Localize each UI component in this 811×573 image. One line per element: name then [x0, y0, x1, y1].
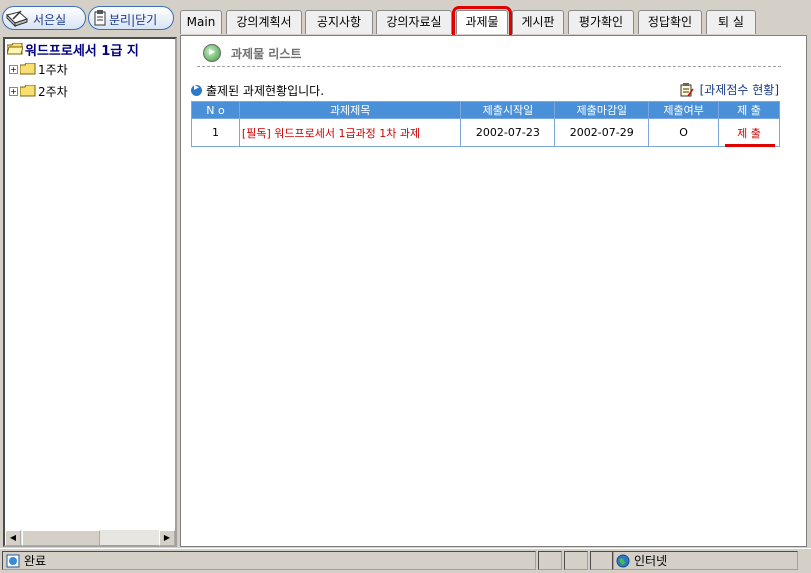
tab-syllabus[interactable]: 강의계획서: [226, 10, 302, 34]
status-text: 완료: [24, 554, 47, 568]
page-icon: [6, 554, 20, 567]
notebook-pen-icon: [6, 10, 28, 28]
tab-materials[interactable]: 강의자료실: [376, 10, 452, 34]
tab-evaluation[interactable]: 평가확인: [568, 10, 634, 34]
zone-segment: 인터넷: [612, 551, 798, 570]
green-arrow-circle-icon: [203, 44, 221, 62]
row-start-date: 2002-07-23: [460, 118, 556, 147]
tab-assignments[interactable]: 과제물: [452, 6, 512, 38]
tree-root-label: 워드프로세서 1급 지: [25, 43, 139, 59]
info-bullet-icon: [191, 82, 202, 96]
scroll-thumb[interactable]: [22, 530, 100, 546]
separate-button[interactable]: 분리: [109, 13, 131, 27]
tab-exit[interactable]: 퇴 실: [706, 10, 756, 34]
row-no: 1: [191, 118, 240, 147]
submit-button[interactable]: 제 출: [718, 118, 780, 147]
col-no: N o: [191, 101, 240, 119]
table-row: 1 [필독] 워드프로세서 1급과정 1차 과제 2002-07-23 2002…: [191, 118, 780, 147]
col-action: 제 출: [718, 101, 780, 119]
tab-bar: Main 강의계획서 공지사항 강의자료실 과제물 게시판 평가확인 정답확인 …: [180, 0, 811, 38]
row-title-link[interactable]: [필독] 워드프로세서 1급과정 1차 과제: [238, 118, 462, 147]
tree-item-week2[interactable]: + 2주차: [9, 82, 68, 100]
score-link-label: [과제점수 현황]: [699, 83, 779, 97]
scroll-left-arrow-icon[interactable]: ◀: [5, 530, 21, 546]
col-title: 과제제목: [238, 101, 462, 119]
submit-highlight: [725, 144, 775, 147]
col-end: 제출마감일: [554, 101, 650, 119]
section-title: 과제물 리스트: [231, 46, 302, 61]
status-segment-empty: [590, 551, 614, 570]
status-segment-empty: [564, 551, 588, 570]
tab-main[interactable]: Main: [180, 10, 222, 34]
clipboard-icon: [94, 10, 106, 26]
divider: [197, 66, 781, 67]
status-message: 출제된 과제현황입니다.: [191, 82, 324, 99]
app-window: 서은실 분리|닫기 Main 강의계획서 공지사항 강의자료실 과제물 게시판 …: [0, 0, 811, 573]
score-status-link[interactable]: [과제점수 현황]: [680, 81, 779, 98]
status-text: 출제된 과제현황입니다.: [206, 84, 325, 98]
col-start: 제출시작일: [460, 101, 556, 119]
row-submitted: O: [648, 118, 720, 147]
folder-icon: [20, 85, 36, 97]
status-bar: 완료 인터넷: [0, 548, 811, 573]
folder-icon: [20, 63, 36, 75]
tree-item-week1[interactable]: + 1주차: [9, 60, 68, 78]
tree-root[interactable]: 워드프로세서 1급 지: [7, 40, 139, 59]
scroll-right-arrow-icon[interactable]: ▶: [159, 530, 175, 546]
tree-item-label: 2주차: [38, 84, 68, 99]
zone-label: 인터넷: [634, 554, 668, 568]
tab-notice[interactable]: 공지사항: [305, 10, 373, 34]
tree-horizontal-scrollbar[interactable]: ◀ ▶: [5, 529, 175, 546]
tab-answers[interactable]: 정답확인: [638, 10, 702, 34]
left-toolbar: 서은실 분리|닫기: [0, 0, 178, 36]
main-content: 과제물 리스트 출제된 과제현황입니다. [과제점수 현황] N o 과제제목: [180, 35, 807, 547]
section-header: 과제물 리스트: [203, 44, 301, 62]
table-header-row: N o 과제제목 제출시작일 제출마감일 제출여부 제 출: [191, 101, 780, 119]
col-submitted: 제출여부: [648, 101, 720, 119]
open-folder-icon: [7, 43, 23, 55]
expand-icon[interactable]: +: [9, 86, 18, 96]
row-end-date: 2002-07-29: [554, 118, 650, 147]
course-tree: 워드프로세서 1급 지 + 1주차 + 2주차: [3, 37, 177, 547]
globe-icon: [616, 554, 630, 567]
clipboard-pencil-icon: [680, 82, 694, 96]
close-button[interactable]: 닫기: [135, 13, 157, 27]
status-segment-empty: [538, 551, 562, 570]
tab-board[interactable]: 게시판: [512, 10, 564, 34]
status-segment: 완료: [2, 551, 536, 570]
expand-icon[interactable]: +: [9, 64, 18, 74]
study-room-button[interactable]: 서은실: [2, 6, 86, 30]
assignment-table: N o 과제제목 제출시작일 제출마감일 제출여부 제 출 1 [필독] 워드프…: [191, 101, 780, 147]
separate-close-group: 분리|닫기: [88, 6, 174, 30]
tree-item-label: 1주차: [38, 62, 68, 77]
study-room-label: 서은실: [33, 13, 67, 27]
